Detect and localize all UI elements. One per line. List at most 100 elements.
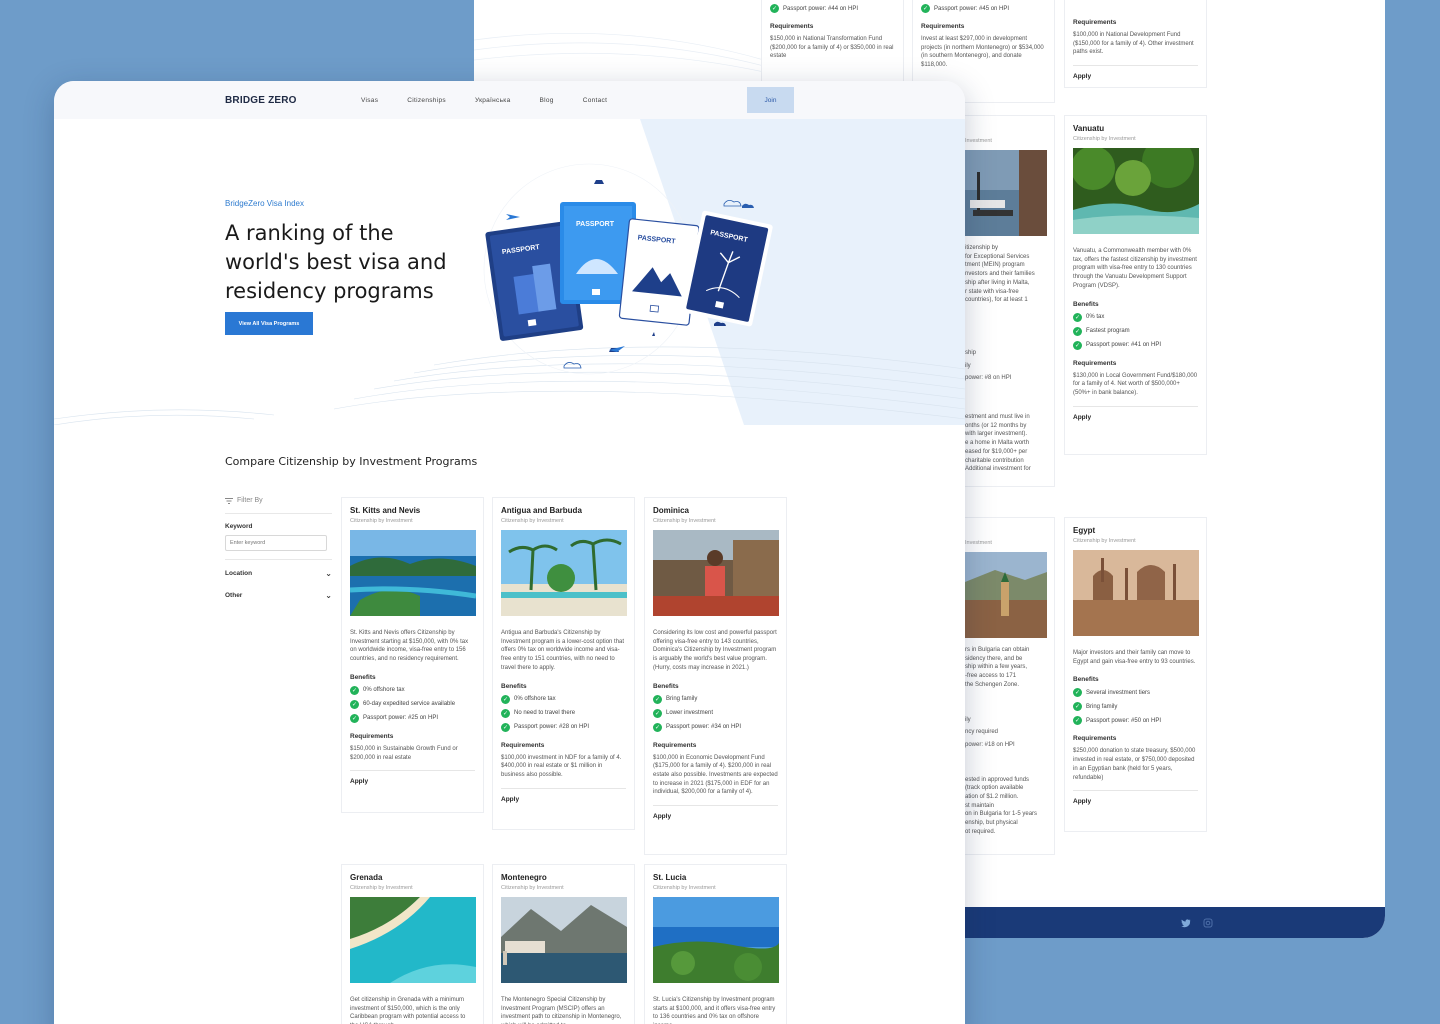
requirements-text: $150,000 in National Transformation Fund…: [770, 36, 894, 60]
check-icon: ✓: [653, 708, 662, 718]
join-button[interactable]: Join: [747, 87, 794, 113]
dominica-photo: [653, 530, 779, 616]
twitter-icon[interactable]: [1181, 918, 1191, 928]
nav-links: Visas Citizenships Українська Blog Conta…: [361, 97, 636, 104]
card-title: Grenada: [350, 873, 383, 882]
hero-title: A ranking of the world's best visa and r…: [225, 221, 447, 303]
card-title: Antigua and Barbuda: [501, 506, 582, 515]
program-card-antigua: Antigua and Barbuda Citizenship by Inves…: [492, 497, 635, 830]
card-subtitle: Citizenship by Investment: [1073, 538, 1136, 544]
card-description: Considering its low cost and powerful pa…: [653, 630, 777, 671]
back-card-vanuatu: Vanuatu Citizenship by Investment Vanuat…: [1064, 115, 1207, 455]
passport-label: PASSPORT: [576, 221, 615, 228]
back-card-3-fragment: Requirements $100,000 in National Develo…: [1064, 0, 1207, 88]
apply-link[interactable]: Apply: [1073, 790, 1198, 805]
check-icon: ✓: [501, 694, 510, 704]
benefit-text: Lower investment: [666, 710, 714, 717]
back-card-egypt: Egypt Citizenship by Investment Major in…: [1064, 517, 1207, 832]
nav-link-ukrainian[interactable]: Українська: [475, 97, 511, 104]
st-kitts-photo: [349, 530, 477, 616]
antigua-photo: [501, 530, 627, 616]
benefits-label: Benefits: [350, 673, 376, 681]
benefit-fragment: ily: [965, 716, 971, 723]
card-title: Vanuatu: [1073, 124, 1105, 133]
benefit-text: Several investment tiers: [1086, 689, 1151, 696]
card-description: The Montenegro Special Citizenship by In…: [501, 997, 622, 1024]
requirements-label: Requirements: [921, 23, 965, 30]
card-title: St. Kitts and Nevis: [350, 506, 421, 515]
card-subtitle: Investment: [965, 540, 992, 546]
benefit-text: Bring family: [666, 696, 698, 703]
malta-photo: [965, 150, 1047, 236]
benefit-text: Passport power: #44 on HPI: [783, 5, 859, 12]
program-card-st-lucia: St. Lucia Citizenship by Investment St. …: [644, 864, 787, 1024]
bulgaria-photo: [965, 552, 1047, 638]
benefit-text: Passport power: #41 on HPI: [1086, 342, 1162, 349]
apply-link[interactable]: Apply: [1073, 405, 1198, 421]
requirements-label: Requirements: [350, 732, 394, 740]
instagram-icon[interactable]: [1203, 918, 1213, 928]
nav-link-blog[interactable]: Blog: [539, 97, 553, 104]
card-title: St. Lucia: [653, 873, 687, 882]
benefit-text: Passport power: #28 on HPI: [514, 724, 590, 731]
check-icon: ✓: [501, 722, 510, 732]
keyword-input[interactable]: [225, 535, 327, 551]
benefit-text: No need to travel there: [514, 710, 576, 717]
keyword-label: Keyword: [225, 523, 253, 530]
card-description: Antigua and Barbuda's Citizenship by Inv…: [501, 630, 625, 671]
nav-link-citizenships[interactable]: Citizenships: [407, 97, 446, 104]
apply-link[interactable]: Apply: [653, 805, 778, 820]
grenada-photo: [350, 897, 476, 983]
brand-logo[interactable]: BRIDGE ZERO: [225, 95, 297, 106]
requirements-label: Requirements: [1073, 735, 1117, 743]
requirements-text: Invest at least $297,000 in development …: [921, 36, 1044, 69]
apply-link[interactable]: Apply: [1073, 65, 1198, 80]
egypt-photo: [1073, 550, 1199, 636]
chevron-down-icon: ⌄: [325, 569, 332, 578]
benefit-fragment: ncy required: [965, 729, 999, 736]
check-icon: ✓: [350, 685, 359, 695]
nav-link-contact[interactable]: Contact: [583, 97, 608, 104]
filter-panel: Filter By Keyword Location ⌄ Other ⌄: [225, 497, 332, 609]
montenegro-photo: [501, 897, 627, 983]
vanuatu-photo: [1071, 136, 1199, 234]
view-all-visa-programs-button[interactable]: View All Visa Programs: [225, 312, 313, 335]
main-page-window: BRIDGE ZERO Visas Citizenships Українськ…: [54, 81, 965, 1024]
program-card-st-kitts: St. Kitts and Nevis Citizenship by Inves…: [341, 497, 484, 813]
check-icon: ✓: [350, 699, 359, 709]
apply-link[interactable]: Apply: [501, 787, 626, 803]
nav-link-visas[interactable]: Visas: [361, 97, 378, 104]
card-subtitle: Citizenship by Investment: [350, 885, 413, 891]
filter-icon: [225, 497, 233, 504]
location-dropdown[interactable]: Location ⌄: [225, 559, 332, 587]
requirements-text: $150,000 in Sustainable Growth Fund or $…: [350, 745, 458, 761]
card-title: Dominica: [653, 506, 690, 515]
hero-eyebrow: BridgeZero Visa Index: [225, 199, 305, 208]
card-description: Major investors and their family can mov…: [1073, 650, 1196, 665]
location-label: Location: [225, 570, 253, 577]
card-subtitle: Citizenship by Investment: [1073, 136, 1136, 142]
hero-section: BridgeZero Visa Index A ranking of the w…: [54, 119, 965, 425]
card-subtitle: Investment: [965, 138, 992, 144]
card-description: itizenship by for Exceptional Services t…: [965, 245, 1035, 304]
card-title: Egypt: [1073, 526, 1096, 535]
other-dropdown[interactable]: Other ⌄: [225, 587, 332, 609]
benefit-fragment: ily: [965, 362, 971, 369]
check-icon: ✓: [921, 4, 930, 13]
check-icon: ✓: [1073, 340, 1082, 350]
requirements-label: Requirements: [501, 741, 545, 749]
card-title: Montenegro: [501, 873, 547, 882]
apply-link[interactable]: Apply: [350, 770, 475, 785]
check-icon: ✓: [1073, 312, 1082, 322]
requirements-label: Requirements: [770, 23, 814, 30]
benefit-text: Passport power: #50 on HPI: [1086, 717, 1162, 724]
benefit-text: 0% offshore tax: [363, 687, 405, 694]
filter-title: Filter By: [237, 497, 263, 504]
requirements-text: ested in approved funds (track option av…: [965, 776, 1038, 835]
card-description: Get citizenship in Grenada with a minimu…: [350, 997, 466, 1024]
benefits-label: Benefits: [501, 682, 527, 690]
st-lucia-photo: [653, 897, 779, 983]
benefit-fragment: power: #8 on HPI: [965, 375, 1012, 382]
card-description: St. Kitts and Nevis offers Citizenship b…: [350, 630, 469, 663]
check-icon: ✓: [350, 713, 359, 723]
